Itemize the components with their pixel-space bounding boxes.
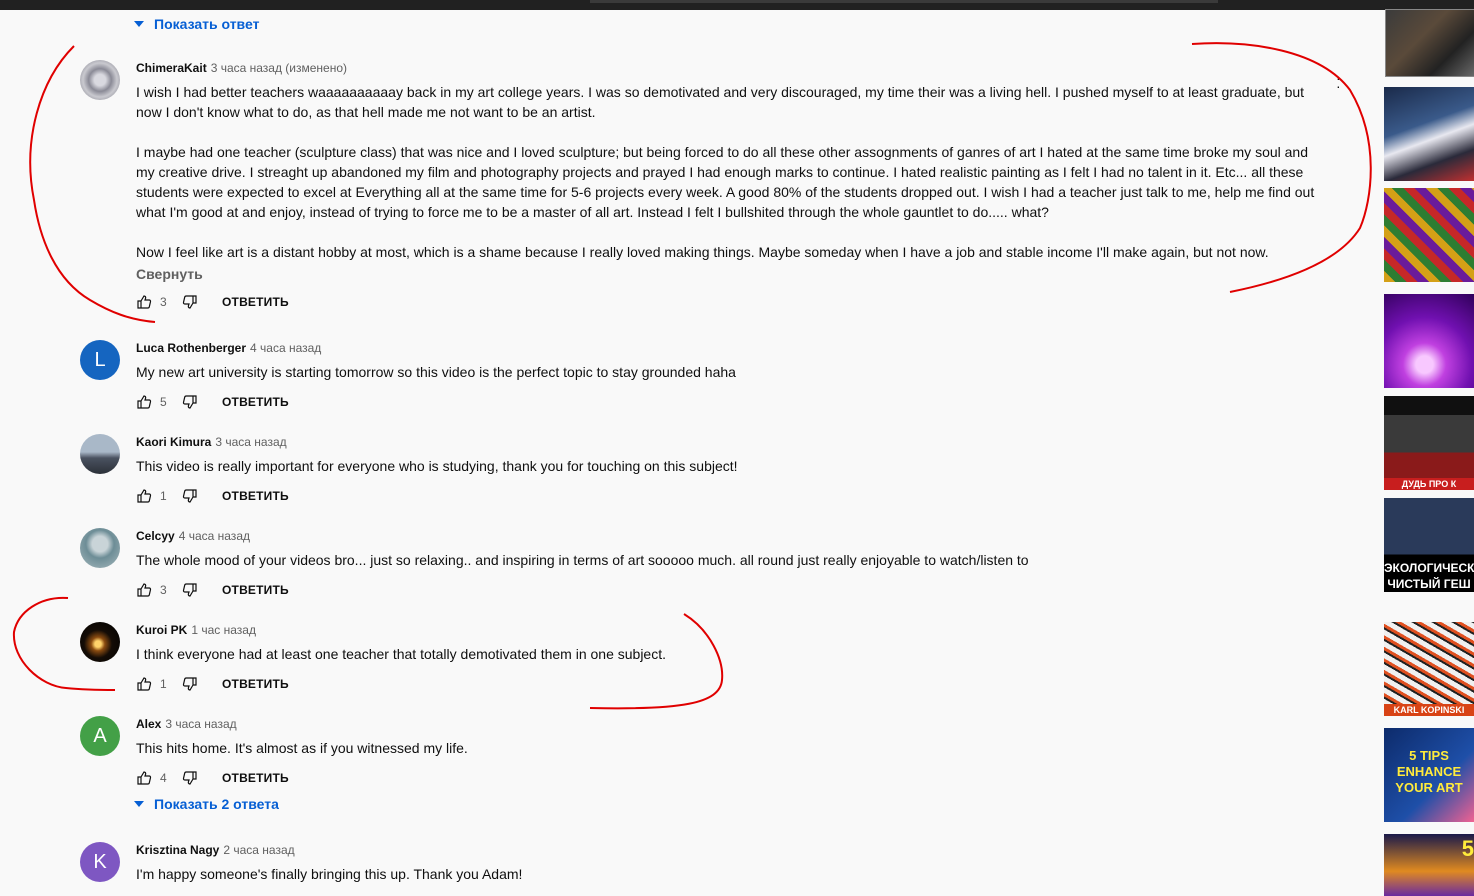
comment-paragraph: I maybe had one teacher (sculpture class… xyxy=(136,144,1315,220)
avatar[interactable]: L xyxy=(80,340,120,380)
dislike-icon[interactable] xyxy=(182,488,198,504)
like-icon[interactable] xyxy=(136,582,152,598)
comment-paragraph: I wish I had better teachers waaaaaaaaaa… xyxy=(136,84,1305,120)
dislike-icon[interactable] xyxy=(182,582,198,598)
comment-author[interactable]: Kaori Kimura xyxy=(136,435,211,449)
avatar[interactable]: K xyxy=(80,842,120,882)
reply-button[interactable]: ОТВЕТИТЬ xyxy=(222,395,289,409)
comment-time[interactable]: 3 часа назад xyxy=(215,435,286,449)
comment-actions: 3 ОТВЕТИТЬ xyxy=(136,582,1326,598)
comment-text: My new art university is starting tomorr… xyxy=(136,362,1326,382)
show-replies-label: Показать 2 ответа xyxy=(154,796,279,812)
comment-paragraph: My new art university is starting tomorr… xyxy=(136,364,736,380)
comment-paragraph: The whole mood of your videos bro... jus… xyxy=(136,552,1029,568)
comment-paragraph: I'm happy someone's finally bringing thi… xyxy=(136,866,523,882)
avatar[interactable] xyxy=(80,528,120,568)
reply-button[interactable]: ОТВЕТИТЬ xyxy=(222,583,289,597)
comment-actions: 1 ОТВЕТИТЬ xyxy=(136,676,1326,692)
reply-button[interactable]: ОТВЕТИТЬ xyxy=(222,295,289,309)
thumbnail-caption: ДУДЬ ПРО К xyxy=(1384,478,1474,490)
dislike-icon[interactable] xyxy=(182,394,198,410)
like-count: 1 xyxy=(160,677,167,691)
related-video-thumbnail[interactable] xyxy=(1384,188,1474,282)
comment-paragraph: This hits home. It's almost as if you wi… xyxy=(136,740,468,756)
comment-time[interactable]: 3 часа назад xyxy=(165,717,236,731)
avatar[interactable]: A xyxy=(80,716,120,756)
like-icon[interactable] xyxy=(136,294,152,310)
collapse-button[interactable]: Свернуть xyxy=(136,266,1326,282)
thumbnail-caption: KARL KOPINSKI xyxy=(1384,704,1474,716)
comment-paragraph: This video is really important for every… xyxy=(136,458,738,474)
show-reply-label: Показать ответ xyxy=(154,16,260,32)
like-count: 4 xyxy=(160,771,167,785)
related-video-thumbnail[interactable] xyxy=(1384,87,1474,181)
more-vert-icon[interactable]: · · xyxy=(1336,71,1344,93)
comment-time[interactable]: 2 часа назад xyxy=(223,843,294,857)
show-replies-button[interactable]: Показать 2 ответа xyxy=(134,796,279,812)
comment-author[interactable]: Celcyy xyxy=(136,529,175,543)
comment-text: I'm happy someone's finally bringing thi… xyxy=(136,864,1326,884)
avatar[interactable] xyxy=(80,434,120,474)
comment-time[interactable]: 3 часа назад (изменено) xyxy=(211,61,347,75)
comment-text: This hits home. It's almost as if you wi… xyxy=(136,738,1326,758)
comment-actions: 1 ОТВЕТИТЬ xyxy=(136,488,1326,504)
comment-author[interactable]: Kuroi PK xyxy=(136,623,187,637)
comment-text: The whole mood of your videos bro... jus… xyxy=(136,550,1326,570)
reply-button[interactable]: ОТВЕТИТЬ xyxy=(222,489,289,503)
comment-author[interactable]: Krisztina Nagy xyxy=(136,843,219,857)
related-video-thumbnail[interactable]: 5 TIPS ENHANCE YOUR ART xyxy=(1384,728,1474,822)
caret-down-icon xyxy=(134,801,144,807)
thumbnail-caption: 5 TIPS ENHANCE YOUR ART xyxy=(1395,748,1463,795)
comment-time[interactable]: 1 час назад xyxy=(191,623,256,637)
related-video-thumbnail[interactable] xyxy=(1385,9,1474,77)
search-bar-edge xyxy=(590,0,1218,3)
comment-text: I wish I had better teachers waaaaaaaaaa… xyxy=(136,82,1326,262)
reply-button[interactable]: ОТВЕТИТЬ xyxy=(222,677,289,691)
comment-paragraph: I think everyone had at least one teache… xyxy=(136,646,666,662)
thumbnail-caption: 5 xyxy=(1461,836,1474,861)
comment-time[interactable]: 4 часа назад xyxy=(179,529,250,543)
show-reply-button[interactable]: Показать ответ xyxy=(134,16,259,32)
comment-paragraph: Now I feel like art is a distant hobby a… xyxy=(136,244,1269,260)
like-icon[interactable] xyxy=(136,770,152,786)
comment-time[interactable]: 4 часа назад xyxy=(250,341,321,355)
top-bar xyxy=(0,0,1474,10)
related-video-thumbnail[interactable]: ДУДЬ ПРО К xyxy=(1384,396,1474,490)
dislike-icon[interactable] xyxy=(182,770,198,786)
thumbnail-caption: ЭКОЛОГИЧЕСК ЧИСТЫЙ ГЕШ xyxy=(1384,560,1474,592)
comment-author[interactable]: ChimeraKait xyxy=(136,61,207,75)
comment-author[interactable]: Alex xyxy=(136,717,161,731)
like-count: 5 xyxy=(160,395,167,409)
related-video-thumbnail[interactable] xyxy=(1384,294,1474,388)
related-video-thumbnail[interactable]: KARL KOPINSKI xyxy=(1384,622,1474,716)
like-icon[interactable] xyxy=(136,394,152,410)
like-icon[interactable] xyxy=(136,488,152,504)
comment-author[interactable]: Luca Rothenberger xyxy=(136,341,246,355)
comment-actions: 3 ОТВЕТИТЬ xyxy=(136,294,1326,310)
like-icon[interactable] xyxy=(136,676,152,692)
comment-actions: 5 ОТВЕТИТЬ xyxy=(136,394,1326,410)
comment-text: This video is really important for every… xyxy=(136,456,1326,476)
avatar[interactable] xyxy=(80,60,120,100)
avatar[interactable] xyxy=(80,622,120,662)
related-video-thumbnail[interactable]: ЭКОЛОГИЧЕСК ЧИСТЫЙ ГЕШ xyxy=(1384,498,1474,592)
related-video-thumbnail[interactable]: 5 xyxy=(1384,834,1474,896)
dislike-icon[interactable] xyxy=(182,676,198,692)
dislike-icon[interactable] xyxy=(182,294,198,310)
comment-actions: 4 ОТВЕТИТЬ xyxy=(136,770,1326,786)
comment-text: I think everyone had at least one teache… xyxy=(136,644,1326,664)
reply-button[interactable]: ОТВЕТИТЬ xyxy=(222,771,289,785)
like-count: 3 xyxy=(160,295,167,309)
like-count: 1 xyxy=(160,489,167,503)
like-count: 3 xyxy=(160,583,167,597)
caret-down-icon xyxy=(134,21,144,27)
